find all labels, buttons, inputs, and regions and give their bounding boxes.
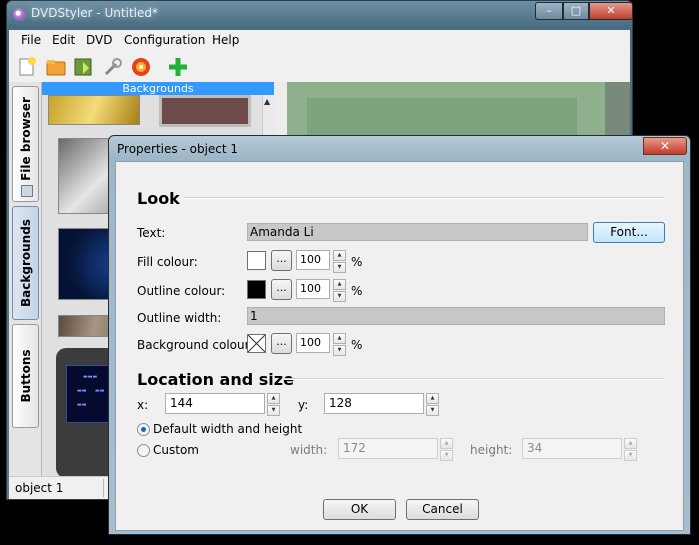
vertical-tab-strip: File browser Backgrounds Buttons bbox=[9, 82, 42, 476]
mini-text-decoration: ▬▬ bbox=[77, 388, 87, 394]
fill-opacity-stepper[interactable]: ▲ ▼ bbox=[333, 250, 346, 273]
background-thumbnail[interactable] bbox=[48, 95, 140, 125]
dialog-title: Properties - object 1 bbox=[117, 142, 239, 156]
height-stepper[interactable]: ▲ ▼ bbox=[624, 438, 637, 461]
menu-configuration[interactable]: Configuration bbox=[124, 33, 205, 47]
location-size-heading: Location and size bbox=[137, 370, 294, 389]
menu-edit[interactable]: Edit bbox=[52, 33, 75, 47]
look-heading: Look bbox=[137, 189, 180, 208]
height-input[interactable]: 34 bbox=[522, 438, 622, 459]
fill-percent-sign: % bbox=[351, 255, 363, 269]
background-opacity-input[interactable]: 100 bbox=[296, 333, 330, 353]
outline-colour-swatch[interactable] bbox=[247, 280, 266, 299]
width-label: width: bbox=[290, 443, 328, 457]
fill-colour-picker-button[interactable]: ... bbox=[271, 250, 292, 271]
x-label: x: bbox=[137, 398, 149, 412]
width-stepper[interactable]: ▲ ▼ bbox=[440, 438, 453, 461]
look-divider bbox=[184, 197, 664, 199]
settings-wrench-icon[interactable] bbox=[102, 56, 124, 78]
background-percent-sign: % bbox=[351, 338, 363, 352]
outline-width-label: Outline width: bbox=[137, 311, 222, 325]
custom-size-radio[interactable] bbox=[137, 444, 150, 457]
outline-colour-picker-button[interactable]: ... bbox=[271, 279, 292, 300]
fill-colour-label: Fill colour: bbox=[137, 255, 198, 269]
background-opacity-stepper[interactable]: ▲ ▼ bbox=[333, 333, 346, 356]
ok-button[interactable]: OK bbox=[323, 499, 396, 520]
new-file-icon[interactable] bbox=[16, 56, 38, 78]
mini-text-decoration: ▬▬▬ bbox=[83, 374, 98, 380]
background-colour-swatch[interactable] bbox=[247, 334, 266, 353]
window-title: DVDStyler - Untitled* bbox=[31, 6, 158, 20]
outline-colour-label: Outline colour: bbox=[137, 284, 226, 298]
default-size-radio[interactable] bbox=[137, 423, 150, 436]
tab-file-browser[interactable]: File browser bbox=[12, 86, 39, 202]
outline-width-field[interactable]: 1 bbox=[247, 307, 665, 325]
mini-text-decoration: ▬▬ bbox=[77, 402, 87, 408]
minimize-button[interactable]: – bbox=[535, 2, 563, 20]
default-size-label[interactable]: Default width and height bbox=[153, 422, 302, 436]
menu-help[interactable]: Help bbox=[212, 33, 239, 47]
width-input[interactable]: 172 bbox=[338, 438, 438, 459]
background-thumbnail[interactable] bbox=[159, 95, 251, 127]
text-field[interactable]: Amanda Li bbox=[247, 223, 588, 241]
cancel-button[interactable]: Cancel bbox=[406, 499, 479, 520]
outline-opacity-input[interactable]: 100 bbox=[296, 279, 330, 299]
close-button[interactable]: ✕ bbox=[589, 2, 633, 20]
location-size-divider bbox=[284, 378, 664, 380]
properties-dialog: Properties - object 1 ✕ Look Text: Amand… bbox=[108, 135, 691, 535]
menu-dvd[interactable]: DVD bbox=[86, 33, 112, 47]
tab-buttons[interactable]: Buttons bbox=[12, 324, 39, 428]
file-browser-icon bbox=[21, 185, 33, 197]
custom-size-label[interactable]: Custom bbox=[153, 443, 199, 457]
font-button[interactable]: Font... bbox=[593, 222, 665, 243]
fill-opacity-input[interactable]: 100 bbox=[296, 250, 330, 270]
app-disc-icon bbox=[13, 8, 26, 21]
burn-disc-icon[interactable] bbox=[130, 56, 152, 78]
y-input[interactable]: 128 bbox=[324, 393, 424, 414]
outline-percent-sign: % bbox=[351, 284, 363, 298]
menu-bar: File Edit DVD Configuration Help bbox=[9, 30, 630, 51]
y-stepper[interactable]: ▲ ▼ bbox=[426, 393, 439, 416]
background-colour-label: Background colour: bbox=[137, 338, 254, 352]
maximize-button[interactable]: □ bbox=[563, 2, 589, 20]
scroll-up-arrow-icon[interactable]: ▲ bbox=[264, 97, 270, 106]
tab-file-browser-label: File browser bbox=[18, 97, 33, 182]
save-icon[interactable] bbox=[72, 56, 94, 78]
mini-text-decoration: ▬▬ bbox=[95, 388, 105, 394]
toolbar bbox=[9, 51, 630, 83]
open-folder-icon[interactable] bbox=[45, 56, 67, 78]
add-icon[interactable] bbox=[167, 56, 189, 78]
dialog-close-button[interactable]: ✕ bbox=[643, 137, 687, 155]
tab-buttons-label: Buttons bbox=[18, 349, 33, 403]
y-label: y: bbox=[298, 398, 309, 412]
x-input[interactable]: 144 bbox=[165, 393, 265, 414]
status-text: object 1 bbox=[15, 481, 64, 495]
backgrounds-header: Backgrounds bbox=[42, 82, 274, 95]
menu-file[interactable]: File bbox=[21, 33, 41, 47]
outline-opacity-stepper[interactable]: ▲ ▼ bbox=[333, 279, 346, 302]
tab-backgrounds-label: Backgrounds bbox=[18, 219, 33, 307]
status-separator bbox=[103, 479, 104, 497]
background-colour-picker-button[interactable]: ... bbox=[271, 333, 292, 354]
fill-colour-swatch[interactable] bbox=[247, 251, 266, 270]
tab-backgrounds[interactable]: Backgrounds bbox=[12, 206, 39, 320]
text-label: Text: bbox=[137, 226, 166, 240]
dialog-body: Look Text: Amanda Li Font... Fill colour… bbox=[115, 161, 684, 531]
x-stepper[interactable]: ▲ ▼ bbox=[267, 393, 280, 416]
height-label: height: bbox=[470, 443, 513, 457]
